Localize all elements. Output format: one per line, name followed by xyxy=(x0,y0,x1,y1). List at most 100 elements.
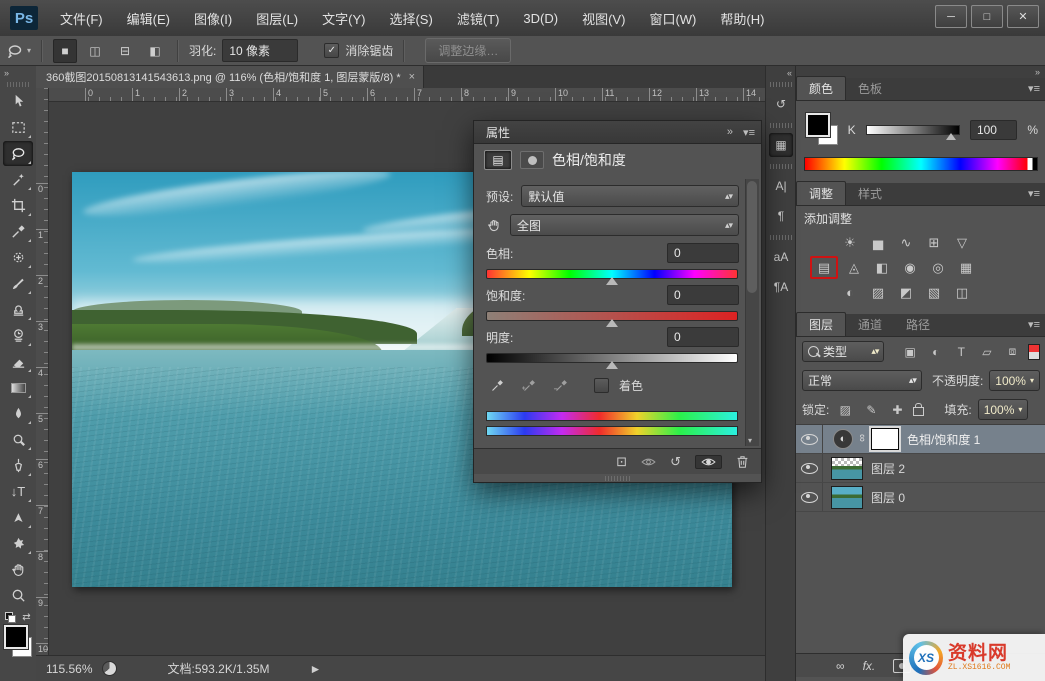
reset-adjustment-icon[interactable]: ↺ xyxy=(670,454,681,470)
layer-filter-select[interactable]: 类型 ▴▾ xyxy=(802,341,884,362)
pen-tool[interactable] xyxy=(3,453,33,478)
fill-field[interactable]: 100% ▾ xyxy=(978,399,1029,420)
menu-item[interactable]: 滤镜(T) xyxy=(445,9,512,28)
filter-type-layers-icon[interactable]: T xyxy=(952,345,972,359)
selective-color-icon[interactable]: ◫ xyxy=(950,283,974,302)
new-selection-button[interactable]: ■ xyxy=(53,39,77,63)
default-colors-icon[interactable] xyxy=(5,612,16,623)
panel-menu-icon[interactable]: ▾≡ xyxy=(1028,82,1040,95)
zoom-level[interactable]: 115.56% xyxy=(46,662,92,676)
hand-tool[interactable] xyxy=(3,557,33,582)
layer-visibility-toggle[interactable] xyxy=(796,483,823,511)
posterize-icon[interactable]: ▨ xyxy=(866,283,890,302)
lock-pixels-icon[interactable]: ✎ xyxy=(861,403,881,417)
menu-item[interactable]: 3D(D) xyxy=(511,11,570,26)
document-tab[interactable]: 360截图20150813141543613.png @ 116% (色相/饱和… xyxy=(36,66,424,88)
layer-thumbnail[interactable] xyxy=(831,486,863,509)
tab-adjustments[interactable]: 调整 xyxy=(796,181,846,205)
menu-item[interactable]: 图像(I) xyxy=(182,9,244,28)
expand-dock-icon[interactable]: « xyxy=(766,66,796,78)
color-balance-icon[interactable]: ◬ xyxy=(842,258,866,277)
toolbar-collapse-icon[interactable]: » xyxy=(0,66,36,78)
layer-row-hue-saturation[interactable]: ◐ ∞ 色相/饱和度 1 xyxy=(796,425,1045,454)
menu-item[interactable]: 图层(L) xyxy=(244,9,310,28)
color-lookup-icon[interactable]: ▦ xyxy=(954,258,978,277)
dock-grip[interactable] xyxy=(770,235,792,240)
feather-input[interactable]: 10 像素 xyxy=(222,39,298,62)
scrollbar-thumb[interactable] xyxy=(747,181,757,293)
hue-saturation-adjustment-icon[interactable]: ▤ xyxy=(484,150,512,170)
crop-tool[interactable] xyxy=(3,193,33,218)
spot-healing-brush-tool[interactable] xyxy=(3,245,33,270)
eraser-tool[interactable] xyxy=(3,349,33,374)
tab-color[interactable]: 颜色 xyxy=(796,76,846,100)
antialias-checkbox[interactable]: ✓ xyxy=(324,43,339,58)
menu-item[interactable]: 编辑(E) xyxy=(115,9,182,28)
blur-tool[interactable] xyxy=(3,401,33,426)
paragraph-styles-panel-icon[interactable]: ¶A xyxy=(769,275,793,299)
saturation-value-field[interactable]: 0 xyxy=(667,285,739,305)
add-to-selection-button[interactable]: ◫ xyxy=(83,39,107,63)
filter-toggle-switch[interactable] xyxy=(1028,344,1040,360)
dock-grip[interactable] xyxy=(770,164,792,169)
zoom-tool[interactable] xyxy=(3,583,33,608)
link-layers-icon[interactable]: ∞ xyxy=(836,659,845,673)
tab-properties[interactable]: 属性 xyxy=(480,124,516,141)
close-button[interactable]: ✕ xyxy=(1007,5,1039,28)
delete-adjustment-icon[interactable] xyxy=(736,455,749,469)
tab-swatches[interactable]: 色板 xyxy=(846,77,894,100)
photo-filter-icon[interactable]: ◉ xyxy=(898,258,922,277)
lock-all-icon[interactable] xyxy=(913,407,924,416)
panel-menu-icon[interactable]: ▾≡ xyxy=(743,126,755,139)
color-swatches[interactable] xyxy=(806,113,838,147)
slider-thumb[interactable] xyxy=(946,133,956,140)
lightness-value-field[interactable]: 0 xyxy=(667,327,739,347)
menu-item[interactable]: 窗口(W) xyxy=(637,9,708,28)
menu-item[interactable]: 文件(F) xyxy=(48,9,115,28)
saturation-slider[interactable] xyxy=(486,311,738,321)
lock-transparency-icon[interactable]: ▨ xyxy=(835,403,855,417)
menu-item[interactable]: 帮助(H) xyxy=(708,9,776,28)
layer-style-fx-icon[interactable]: fx. xyxy=(863,659,876,673)
eyedropper-minus-icon[interactable] xyxy=(550,375,572,395)
brush-tool[interactable] xyxy=(3,271,33,296)
clip-to-layer-icon[interactable]: ⊡ xyxy=(616,454,627,470)
quick-selection-tool[interactable] xyxy=(3,167,33,192)
filter-smart-object-icon[interactable]: ⧈ xyxy=(1003,344,1023,359)
lasso-tool[interactable] xyxy=(3,141,33,166)
hue-saturation-icon[interactable]: ▤ xyxy=(810,256,838,279)
slider-thumb[interactable] xyxy=(606,319,618,327)
layer-name[interactable]: 图层 0 xyxy=(871,489,905,506)
targeted-adjustment-icon[interactable] xyxy=(486,217,502,233)
blend-mode-select[interactable]: 正常 ▴▾ xyxy=(802,370,922,391)
tab-layers[interactable]: 图层 xyxy=(796,312,846,336)
slider-thumb[interactable] xyxy=(606,277,618,285)
layer-visibility-toggle[interactable] xyxy=(796,425,823,453)
vibrance-icon[interactable]: ▽ xyxy=(950,233,974,252)
tab-styles[interactable]: 样式 xyxy=(846,182,894,205)
filter-shape-layers-icon[interactable]: ▱ xyxy=(977,345,997,359)
colorize-checkbox[interactable] xyxy=(594,378,609,393)
channel-mixer-icon[interactable]: ◎ xyxy=(926,258,950,277)
hue-slider[interactable] xyxy=(486,269,738,279)
brightness-contrast-icon[interactable]: ☀ xyxy=(838,233,862,252)
type-tool[interactable]: ↓T xyxy=(3,479,33,504)
character-styles-panel-icon[interactable]: aA xyxy=(769,245,793,269)
layer-thumbnail[interactable] xyxy=(831,457,863,480)
custom-shape-tool[interactable] xyxy=(3,531,33,556)
eyedropper-tool[interactable] xyxy=(3,219,33,244)
document-tab-close-icon[interactable]: × xyxy=(409,71,415,83)
dock-grip[interactable] xyxy=(770,82,792,87)
layer-mask-thumbnail[interactable] xyxy=(871,428,899,450)
paragraph-panel-icon[interactable]: ¶ xyxy=(769,204,793,228)
channel-select[interactable]: 全图 ▴▾ xyxy=(510,214,739,236)
intersect-selection-button[interactable]: ◧ xyxy=(143,39,167,63)
tab-channels[interactable]: 通道 xyxy=(846,313,894,336)
character-panel-icon[interactable]: A| xyxy=(769,174,793,198)
view-previous-state-icon[interactable] xyxy=(641,457,656,467)
toolbar-grip[interactable] xyxy=(7,82,29,87)
subtract-selection-button[interactable]: ⊟ xyxy=(113,39,137,63)
properties-panel-icon[interactable]: ▦ xyxy=(769,133,793,157)
efficiency-pie-icon[interactable] xyxy=(102,661,117,676)
invert-icon[interactable]: ◐ xyxy=(838,283,862,302)
